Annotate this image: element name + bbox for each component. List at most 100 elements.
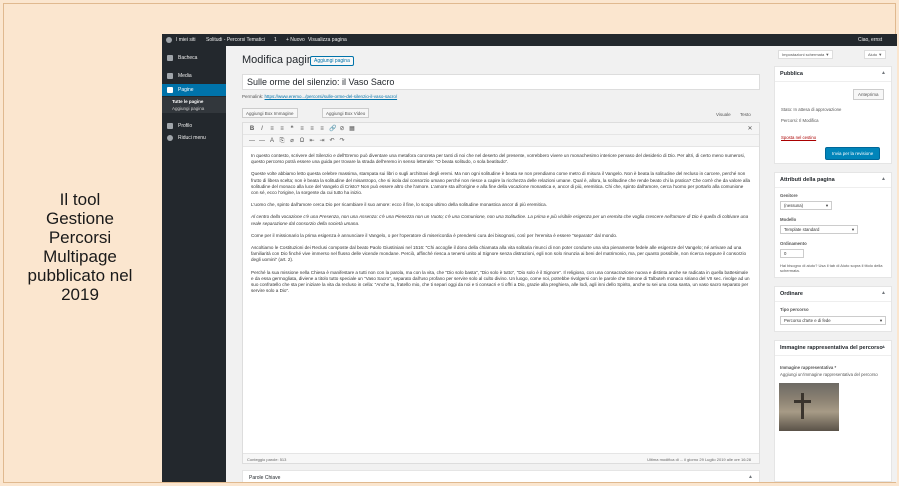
chevron-up-icon[interactable]: ▲ xyxy=(881,176,886,182)
indent-icon[interactable]: ⇥ xyxy=(319,138,325,144)
add-video-box-button[interactable]: Aggiungi Box Video xyxy=(322,108,370,118)
parent-select[interactable]: (nessuna) ▾ xyxy=(780,201,832,210)
post-status: Stato: In attesa di approvazione xyxy=(781,107,842,112)
add-page-button[interactable]: Aggiungi pagina xyxy=(310,56,354,66)
help-button[interactable]: Aiuto ▼ xyxy=(864,50,887,59)
sidebar-item-label: Bacheca xyxy=(178,55,198,61)
align-right-icon[interactable]: ≡ xyxy=(319,126,325,132)
sidebar-item-pages[interactable]: Pagine xyxy=(162,84,226,96)
paste-text-icon[interactable]: ⎘ xyxy=(279,138,285,144)
undo-icon[interactable]: ↶ xyxy=(329,138,335,144)
content-editor[interactable]: B I ≡ ≡ ❝ ≡ ≡ ≡ 🔗 ⊘ ▦ ✕ — — A ⎘ ⌀ Ω ⇤ ⇥ … xyxy=(242,122,760,464)
fullscreen-icon[interactable]: ✕ xyxy=(747,126,753,132)
caption-line: pubblicato nel xyxy=(27,266,133,285)
admin-bar: I miei siti Solitudi - Percorsi Tematici… xyxy=(162,34,897,46)
new-content-link[interactable]: + Nuovo xyxy=(286,37,305,43)
italic-icon[interactable]: I xyxy=(259,126,265,132)
strikethrough-icon[interactable]: — xyxy=(249,138,255,144)
sidebar-item-media[interactable]: Media xyxy=(162,70,226,82)
order-metabox: Ordinare ▲ Tipo percorso Percorso d'arte … xyxy=(774,286,892,332)
order-box-title-text: Ordinare xyxy=(780,291,803,297)
cross-shape xyxy=(801,393,804,419)
chevron-up-icon[interactable]: ▲ xyxy=(881,70,886,76)
user-icon xyxy=(167,123,173,129)
unlink-icon[interactable]: ⊘ xyxy=(339,126,345,132)
pages-icon xyxy=(167,87,173,93)
keywords-title: Parole Chiave xyxy=(249,475,281,481)
route-type-value: Percorso d'arte e di fede xyxy=(784,318,831,323)
order-box-title: Ordinare ▲ xyxy=(775,287,891,302)
main-content: Modifica pagina Aggiungi pagina Sulle or… xyxy=(226,46,768,482)
last-edit-info: Ultima modifica di ... il giorno 29 Lugl… xyxy=(647,457,751,462)
align-left-icon[interactable]: ≡ xyxy=(299,126,305,132)
my-sites-link[interactable]: I miei siti xyxy=(176,37,195,43)
user-account-link[interactable]: Ciao, ernst xyxy=(858,37,882,43)
chevron-down-icon: ▾ xyxy=(851,227,854,232)
preview-button[interactable]: Anteprima xyxy=(853,89,884,100)
attributes-title: Attributi della pagina ▲ xyxy=(775,173,891,188)
template-select-value: Template standard xyxy=(784,227,820,232)
sidebar-item-collapse[interactable]: Riduci menu xyxy=(162,132,226,144)
slide-caption: Il tool Gestione Percorsi Multipage pubb… xyxy=(10,190,150,304)
caption-line: Multipage xyxy=(43,247,117,266)
cross-shape xyxy=(794,400,811,403)
page-attributes-metabox: Attributi della pagina ▲ Genitore (nessun… xyxy=(774,172,892,278)
wordpress-logo-icon[interactable] xyxy=(166,37,172,45)
permalink-link[interactable]: https://www.eremo.../percorsi/sulle-orme… xyxy=(265,94,398,99)
parent-select-value: (nessuna) xyxy=(784,203,804,208)
chevron-up-icon[interactable]: ▲ xyxy=(748,474,753,480)
chevron-up-icon[interactable]: ▲ xyxy=(881,344,886,350)
wordpress-screenshot: I miei siti Solitudi - Percorsi Tematici… xyxy=(162,34,897,482)
content-paragraph: Ascoltiamo le Costituzioni dei Reclusi c… xyxy=(251,245,747,263)
toolbar-toggle-icon[interactable]: ▦ xyxy=(349,126,355,132)
post-visibility[interactable]: Percorsi: Il Modifica xyxy=(781,118,819,123)
content-paragraph: In questo contesto, scrivere del Silenzi… xyxy=(251,153,745,165)
content-paragraph: Come per il missionario la prima esigenz… xyxy=(251,232,618,238)
horizontal-line-icon[interactable]: — xyxy=(259,138,265,144)
site-name-link[interactable]: Solitudi - Percorsi Tematici xyxy=(206,37,265,43)
view-page-link[interactable]: Visualizza pagina xyxy=(308,37,347,43)
screen-options-button[interactable]: Impostazioni schermata ▼ xyxy=(778,50,834,59)
add-image-box-button[interactable]: Aggiungi Box Immagine xyxy=(242,108,298,118)
numbered-list-icon[interactable]: ≡ xyxy=(279,126,285,132)
caption-line: Percorsi xyxy=(48,228,112,247)
editor-toolbar-row-2: — — A ⎘ ⌀ Ω ⇤ ⇥ ↶ ↷ xyxy=(243,135,759,147)
order-input[interactable]: 0 xyxy=(780,249,804,258)
post-title-input[interactable]: Sulle orme del silenzio: il Vaso Sacro xyxy=(242,74,760,90)
keywords-metabox[interactable]: Parole Chiave ▲ xyxy=(242,470,760,482)
route-type-select[interactable]: Percorso d'arte e di fede ▾ xyxy=(780,316,886,325)
tab-visual[interactable]: Visuale xyxy=(716,112,731,117)
outdent-icon[interactable]: ⇤ xyxy=(309,138,315,144)
special-char-icon[interactable]: Ω xyxy=(299,138,305,144)
chevron-up-icon[interactable]: ▲ xyxy=(881,290,886,296)
chevron-down-icon: ▾ xyxy=(879,318,882,323)
tab-text[interactable]: Testo xyxy=(740,112,751,117)
sidebar-item-label: Media xyxy=(178,73,192,79)
bold-icon[interactable]: B xyxy=(249,126,255,132)
text-color-icon[interactable]: A xyxy=(269,138,275,144)
permalink-label: Permalink: xyxy=(242,94,264,99)
move-to-trash-link[interactable]: Sposta nel cestino xyxy=(781,135,816,140)
word-count: Conteggio parole: 513 xyxy=(247,457,287,462)
submit-for-review-button[interactable]: Invia per la revisione xyxy=(825,147,881,160)
media-icon xyxy=(167,73,173,79)
editor-body[interactable]: In questo contesto, scrivere del Silenzi… xyxy=(251,153,751,300)
chevron-down-icon: ▾ xyxy=(825,203,828,208)
align-center-icon[interactable]: ≡ xyxy=(309,126,315,132)
template-select[interactable]: Template standard ▾ xyxy=(780,225,858,234)
sidebar-item-dashboard[interactable]: Bacheca xyxy=(162,52,226,64)
clear-format-icon[interactable]: ⌀ xyxy=(289,138,295,144)
sidebar-item-profile[interactable]: Profilo xyxy=(162,120,226,132)
admin-sidebar: Bacheca Media Pagine Tutte le pagine Agg… xyxy=(162,46,226,482)
comments-count[interactable]: 1 xyxy=(274,37,277,43)
sidebar-item-label: Riduci menu xyxy=(178,135,206,141)
sidebar-sub-add-page[interactable]: Aggiungi pagina xyxy=(162,105,226,113)
featured-image-title-text: Immagine rappresentativa del percorso xyxy=(780,345,883,351)
blockquote-icon[interactable]: ❝ xyxy=(289,126,295,132)
featured-image-thumbnail[interactable] xyxy=(779,383,839,431)
redo-icon[interactable]: ↷ xyxy=(339,138,345,144)
publish-title-text: Pubblica xyxy=(780,71,803,77)
bullet-list-icon[interactable]: ≡ xyxy=(269,126,275,132)
caption-line: Gestione xyxy=(45,209,115,228)
link-icon[interactable]: 🔗 xyxy=(329,126,336,132)
